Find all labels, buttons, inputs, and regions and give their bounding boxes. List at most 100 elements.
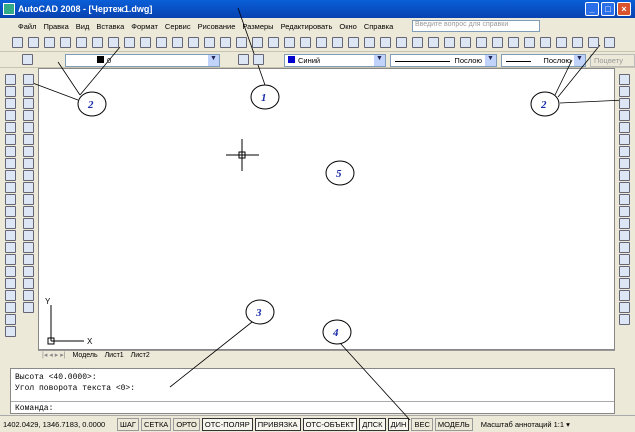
draw-tool-icon[interactable]: [5, 170, 16, 181]
dimension-tool-icon[interactable]: [619, 122, 630, 133]
toolbar-tool-icon[interactable]: [28, 37, 39, 48]
toolbar-tool-icon[interactable]: [236, 37, 247, 48]
modify-tool-icon[interactable]: [23, 206, 34, 217]
toolbar-tool-icon[interactable]: [572, 37, 583, 48]
toolbar-tool-icon[interactable]: [204, 37, 215, 48]
layer-tool-icon[interactable]: [238, 54, 249, 65]
modify-tool-icon[interactable]: [23, 242, 34, 253]
toolbar-tool-icon[interactable]: [556, 37, 567, 48]
dimension-tool-icon[interactable]: [619, 218, 630, 229]
toolbar-tool-icon[interactable]: [348, 37, 359, 48]
dimension-tool-icon[interactable]: [619, 170, 630, 181]
draw-tool-icon[interactable]: [5, 182, 16, 193]
toolbar-tool-icon[interactable]: [380, 37, 391, 48]
modify-tool-icon[interactable]: [23, 290, 34, 301]
toolbar-tool-icon[interactable]: [188, 37, 199, 48]
toolbar-tool-icon[interactable]: [124, 37, 135, 48]
draw-tool-icon[interactable]: [5, 278, 16, 289]
draw-tool-icon[interactable]: [5, 110, 16, 121]
toolbar-tool-icon[interactable]: [252, 37, 263, 48]
toolbar-tool-icon[interactable]: [60, 37, 71, 48]
draw-tool-icon[interactable]: [5, 134, 16, 145]
dimension-tool-icon[interactable]: [619, 158, 630, 169]
dimension-tool-icon[interactable]: [619, 242, 630, 253]
dimension-tool-icon[interactable]: [619, 230, 630, 241]
toolbar-tool-icon[interactable]: [428, 37, 439, 48]
modify-tool-icon[interactable]: [23, 158, 34, 169]
modify-tool-icon[interactable]: [23, 86, 34, 97]
draw-tool-icon[interactable]: [5, 266, 16, 277]
toolbar-tool-icon[interactable]: [300, 37, 311, 48]
draw-tool-icon[interactable]: [5, 230, 16, 241]
draw-tool-icon[interactable]: [5, 290, 16, 301]
toolbar-tool-icon[interactable]: [524, 37, 535, 48]
toolbar-tool-icon[interactable]: [476, 37, 487, 48]
modify-tool-icon[interactable]: [23, 218, 34, 229]
draw-tool-icon[interactable]: [5, 254, 16, 265]
dimension-tool-icon[interactable]: [619, 182, 630, 193]
layer-tool-icon[interactable]: [22, 54, 33, 65]
modify-tool-icon[interactable]: [23, 98, 34, 109]
toolbar-tool-icon[interactable]: [508, 37, 519, 48]
draw-tool-icon[interactable]: [5, 326, 16, 337]
modify-tool-icon[interactable]: [23, 230, 34, 241]
modify-tool-icon[interactable]: [23, 302, 34, 313]
toolbar-tool-icon[interactable]: [588, 37, 599, 48]
modify-tool-icon[interactable]: [23, 74, 34, 85]
toolbar-tool-icon[interactable]: [140, 37, 151, 48]
toolbar-tool-icon[interactable]: [604, 37, 615, 48]
modify-tool-icon[interactable]: [23, 146, 34, 157]
dimension-tool-icon[interactable]: [619, 134, 630, 145]
toolbar-tool-icon[interactable]: [412, 37, 423, 48]
dimension-tool-icon[interactable]: [619, 266, 630, 277]
toolbar-tool-icon[interactable]: [76, 37, 87, 48]
modify-tool-icon[interactable]: [23, 170, 34, 181]
dimension-tool-icon[interactable]: [619, 254, 630, 265]
draw-tool-icon[interactable]: [5, 158, 16, 169]
draw-tool-icon[interactable]: [5, 98, 16, 109]
toolbar-tool-icon[interactable]: [396, 37, 407, 48]
draw-tool-icon[interactable]: [5, 302, 16, 313]
modify-tool-icon[interactable]: [23, 122, 34, 133]
draw-tool-icon[interactable]: [5, 194, 16, 205]
toolbar-tool-icon[interactable]: [540, 37, 551, 48]
toolbar-tool-icon[interactable]: [268, 37, 279, 48]
modify-tool-icon[interactable]: [23, 254, 34, 265]
toolbar-tool-icon[interactable]: [44, 37, 55, 48]
toolbar-tool-icon[interactable]: [92, 37, 103, 48]
dimension-tool-icon[interactable]: [619, 194, 630, 205]
draw-tool-icon[interactable]: [5, 86, 16, 97]
modify-tool-icon[interactable]: [23, 182, 34, 193]
toolbar-tool-icon[interactable]: [460, 37, 471, 48]
toolbar-tool-icon[interactable]: [492, 37, 503, 48]
dimension-tool-icon[interactable]: [619, 302, 630, 313]
dimension-tool-icon[interactable]: [619, 110, 630, 121]
dimension-tool-icon[interactable]: [619, 86, 630, 97]
dimension-tool-icon[interactable]: [619, 290, 630, 301]
dimension-tool-icon[interactable]: [619, 98, 630, 109]
draw-tool-icon[interactable]: [5, 218, 16, 229]
dimension-tool-icon[interactable]: [619, 206, 630, 217]
layer-tool-icon[interactable]: [253, 54, 264, 65]
dimension-tool-icon[interactable]: [619, 278, 630, 289]
draw-tool-icon[interactable]: [5, 242, 16, 253]
draw-tool-icon[interactable]: [5, 314, 16, 325]
draw-tool-icon[interactable]: [5, 206, 16, 217]
modify-tool-icon[interactable]: [23, 194, 34, 205]
modify-tool-icon[interactable]: [23, 266, 34, 277]
toolbar-tool-icon[interactable]: [444, 37, 455, 48]
draw-tool-icon[interactable]: [5, 122, 16, 133]
dimension-tool-icon[interactable]: [619, 74, 630, 85]
toolbar-tool-icon[interactable]: [172, 37, 183, 48]
toolbar-tool-icon[interactable]: [12, 37, 23, 48]
toolbar-tool-icon[interactable]: [284, 37, 295, 48]
toolbar-tool-icon[interactable]: [220, 37, 231, 48]
modify-tool-icon[interactable]: [23, 134, 34, 145]
modify-tool-icon[interactable]: [23, 278, 34, 289]
draw-tool-icon[interactable]: [5, 74, 16, 85]
dimension-tool-icon[interactable]: [619, 314, 630, 325]
toolbar-tool-icon[interactable]: [108, 37, 119, 48]
toolbar-tool-icon[interactable]: [364, 37, 375, 48]
dimension-tool-icon[interactable]: [619, 146, 630, 157]
draw-tool-icon[interactable]: [5, 146, 16, 157]
